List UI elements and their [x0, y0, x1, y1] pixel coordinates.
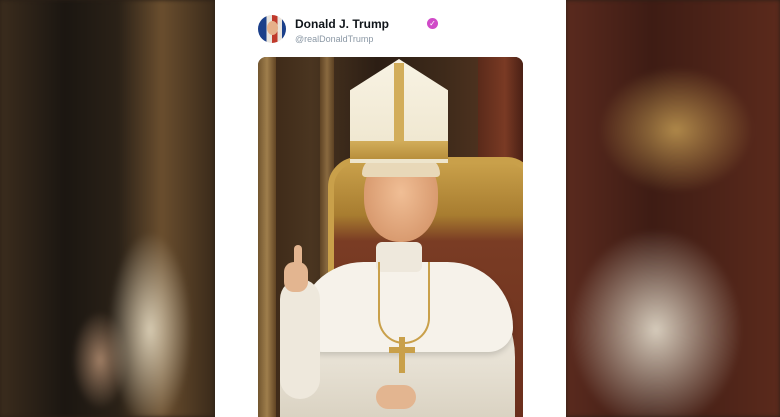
image-lap-hand — [376, 385, 416, 409]
blurred-background-right — [566, 0, 780, 417]
image-mitre-trim — [350, 141, 448, 159]
image-chain — [378, 262, 430, 344]
cross-icon-bar — [389, 347, 415, 353]
user-handle[interactable]: @realDonaldTrump — [295, 34, 373, 44]
avatar-face — [267, 21, 278, 35]
image-mitre-stripe — [394, 63, 404, 143]
verified-badge-icon: ✓ — [427, 18, 438, 29]
post-card: Donald J. Trump ✓ @realDonaldTrump — [215, 0, 566, 417]
display-name[interactable]: Donald J. Trump — [295, 17, 389, 31]
avatar[interactable] — [258, 15, 286, 43]
image-hand — [284, 262, 308, 292]
post-image[interactable] — [258, 57, 523, 417]
blurred-background-left — [0, 0, 215, 417]
post-header: Donald J. Trump ✓ @realDonaldTrump — [258, 14, 548, 50]
image-arm — [280, 279, 320, 399]
image-gold-column-left — [258, 57, 276, 417]
cross-icon — [399, 337, 405, 373]
